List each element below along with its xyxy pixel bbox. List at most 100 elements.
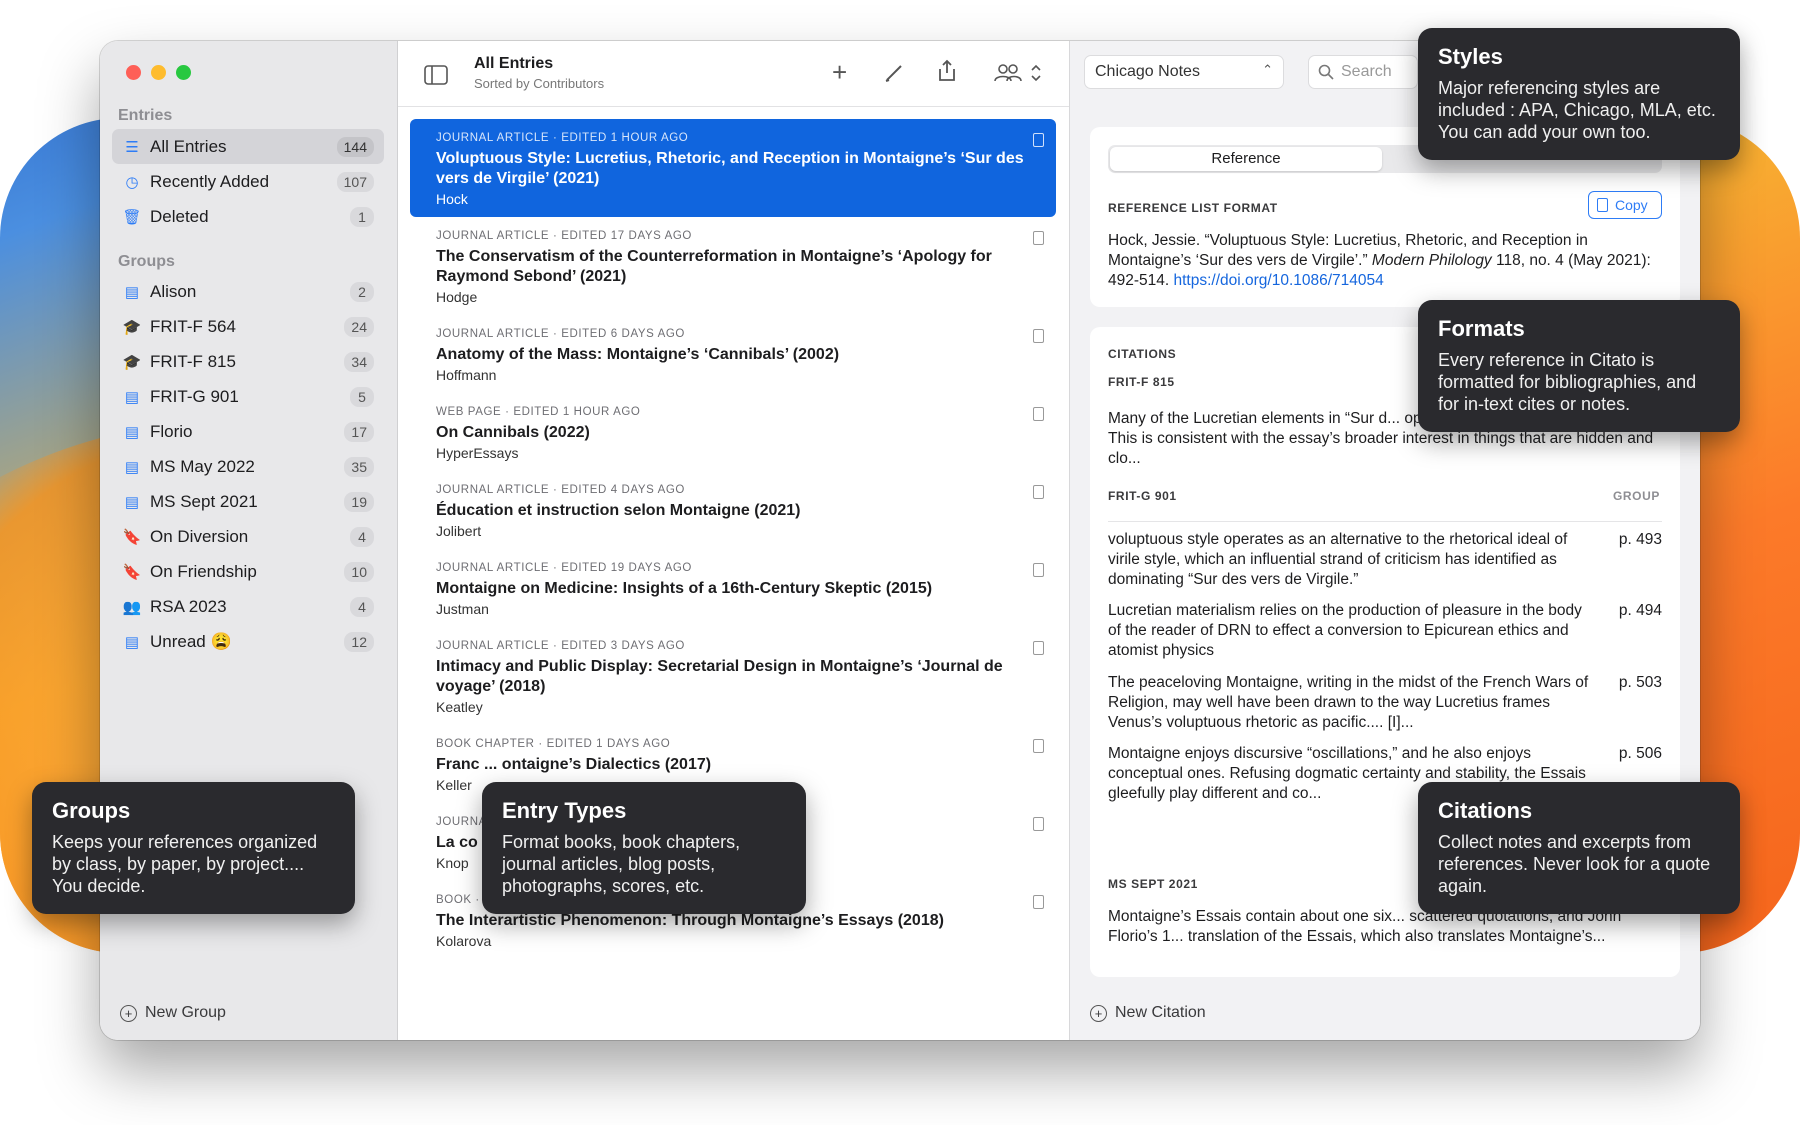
entry-row[interactable]: Web Page · Edited 1 hour ago On Cannibals… <box>410 393 1056 471</box>
entry-author: Justman <box>436 601 489 617</box>
search-input[interactable]: Search <box>1308 55 1418 89</box>
sidebar-item-count: 5 <box>350 386 374 407</box>
tab-reference[interactable]: Reference <box>1110 147 1382 171</box>
citation-page: p. 503 <box>1618 673 1662 691</box>
search-icon <box>1318 64 1334 80</box>
entry-author: HyperEssays <box>436 445 519 461</box>
entry-author: Kolarova <box>436 933 492 949</box>
entry-title: On Cannibals (2022) <box>436 424 590 441</box>
sidebar-item-label: On Diversion <box>150 526 249 546</box>
sidebar-item[interactable]: ▤ Florio 17 <box>112 414 384 449</box>
citation-row[interactable]: voluptuous style operates as an alternat… <box>1108 530 1662 589</box>
clock-icon: ◷ <box>125 173 139 191</box>
zoom-button[interactable] <box>176 65 191 80</box>
pencil-icon[interactable] <box>884 63 904 83</box>
bookmark-icon: 🔖 <box>122 563 142 581</box>
style-select-value: Chicago Notes <box>1095 63 1200 80</box>
citation-text: voluptuous style operates as an alternat… <box>1108 531 1568 588</box>
citation-style-select[interactable]: Chicago Notes ⌃ <box>1084 55 1284 89</box>
minimize-button[interactable] <box>151 65 166 80</box>
sidebar-item-label: MS Sept 2021 <box>150 491 258 511</box>
doi-link[interactable]: https://doi.org/10.1086/714054 <box>1174 272 1384 289</box>
list-icon: ☰ <box>125 138 139 156</box>
doc-icon: ▤ <box>124 283 140 301</box>
plus-circle-icon: + <box>120 1004 137 1022</box>
doc-icon: ▤ <box>124 388 140 406</box>
close-button[interactable] <box>126 65 141 80</box>
window-controls <box>126 65 191 80</box>
sidebar-item[interactable]: 🗑 Deleted 1 <box>112 199 384 234</box>
add-icon[interactable]: + <box>832 57 847 88</box>
sidebar-item-label: FRIT-G 901 <box>150 386 239 406</box>
sidebar-toggle-icon[interactable] <box>424 65 448 85</box>
entry-row[interactable]: Journal Article · Edited 1 hour ago Volup… <box>410 119 1056 217</box>
sidebar-item[interactable]: 🔖 On Friendship 10 <box>112 554 384 589</box>
share-icon[interactable] <box>936 59 958 83</box>
doc-icon: ▤ <box>124 493 140 511</box>
entry-row[interactable]: Journal Article · Edited 17 days ago The … <box>410 217 1056 315</box>
sidebar-item[interactable]: ◷ Recently Added 107 <box>112 164 384 199</box>
tooltip-title: Entry Types <box>502 798 627 823</box>
doc-icon: ▤ <box>124 458 140 476</box>
sidebar-item[interactable]: 🔖 On Diversion 4 <box>112 519 384 554</box>
entry-title: The Conservatism of the Counterreformati… <box>436 248 992 285</box>
sidebar-item[interactable]: 🎓 FRIT-F 564 24 <box>112 309 384 344</box>
entry-row[interactable]: Journal Article · Edited 3 days ago Intim… <box>410 627 1056 725</box>
reference-journal: Modern Philology <box>1371 251 1492 269</box>
entry-title: Franc ... ontaigne’s Dialectics (2017) <box>436 756 712 773</box>
new-group-button[interactable]: + New Group <box>120 1004 226 1022</box>
new-citation-label: New Citation <box>1115 1004 1206 1021</box>
entry-meta: Journal Article · Edited 3 days ago <box>436 640 685 652</box>
sidebar-item-label: MS May 2022 <box>150 456 255 476</box>
entries-list: ☰ All Entries 144 ◷ Recently Added 107 🗑 Delete… <box>112 129 384 234</box>
sidebar-item[interactable]: ▤ Unread 😩 12 <box>112 624 384 659</box>
sidebar-item[interactable]: ☰ All Entries 144 <box>112 129 384 164</box>
entry-row[interactable]: Journal Article · Edited 6 days ago Anato… <box>410 315 1056 393</box>
sidebar-item-count: 4 <box>350 526 374 547</box>
entry-row[interactable]: Journal Article · Edited 19 days ago Mont… <box>410 549 1056 627</box>
group-label-frit-f-815: FRIT-F 815 <box>1108 375 1175 389</box>
tooltip-styles: Styles Major referencing styles are incl… <box>1418 28 1740 160</box>
sidebar-item-count: 34 <box>344 351 374 372</box>
sidebar-item[interactable]: ▤ MS May 2022 35 <box>112 449 384 484</box>
graduation-cap-icon: 🎓 <box>122 353 142 371</box>
tooltip-title: Styles <box>1438 44 1503 69</box>
entry-meta: Journal Article · Edited 6 days ago <box>436 328 685 340</box>
entry-meta: Journal Article · Edited 1 hour ago <box>436 132 689 144</box>
groups-header: Groups <box>118 253 175 270</box>
new-citation-button[interactable]: + New Citation <box>1090 1004 1206 1022</box>
sidebar-item[interactable]: ▤ Alison 2 <box>112 274 384 309</box>
entry-title: Montaigne on Medicine: Insights of a 16t… <box>436 580 933 597</box>
entry-meta: Journal Article · Edited 4 days ago <box>436 484 685 496</box>
sidebar-item-count: 35 <box>344 456 374 477</box>
entry-title: Éducation et instruction selon Montaigne… <box>436 502 801 519</box>
citation-page: p. 494 <box>1618 602 1662 620</box>
sidebar-item-count: 144 <box>336 136 374 157</box>
reference-text: Hock, Jessie. “Voluptuous Style: Lucreti… <box>1108 231 1658 290</box>
sidebar-item[interactable]: 🎓 FRIT-F 815 34 <box>112 344 384 379</box>
sidebar-item[interactable]: ▤ FRIT-G 901 5 <box>112 379 384 414</box>
sidebar-item-label: Alison <box>150 281 197 301</box>
sidebar-item-label: FRIT-F 815 <box>150 351 236 371</box>
sidebar-item-count: 19 <box>344 491 374 512</box>
tooltip-entry-types: Entry Types Format books, book chapters,… <box>482 782 806 914</box>
sidebar-item-label: FRIT-F 564 <box>150 316 236 336</box>
sidebar-item[interactable]: ▤ MS Sept 2021 19 <box>112 484 384 519</box>
sidebar-item-label: RSA 2023 <box>150 596 227 616</box>
citation-row[interactable]: The peaceloving Montaigne, writing in th… <box>1108 673 1662 732</box>
entry-row[interactable]: Journal Article · Edited 4 days ago Éduca… <box>410 471 1056 549</box>
groups-list: ▤ Alison 2 🎓 FRIT-F 564 24 🎓 FRIT-F 815 34 ▤ FRIT-… <box>112 274 384 659</box>
people-icon[interactable] <box>994 63 1044 83</box>
citations-label: CITATIONS <box>1108 347 1177 361</box>
sidebar-item-label: Unread 😩 <box>150 631 232 651</box>
new-group-label: New Group <box>145 1004 226 1021</box>
sidebar-item[interactable]: 👥 RSA 2023 4 <box>112 589 384 624</box>
document-icon <box>1033 739 1044 753</box>
sidebar-item-label: Deleted <box>150 206 209 226</box>
citation-text: Lucretian materialism relies on the prod… <box>1108 602 1582 660</box>
tooltip-title: Formats <box>1438 316 1525 341</box>
citation-row[interactable]: Lucretian materialism relies on the prod… <box>1108 601 1662 660</box>
entry-meta: Book Chapter · Edited 1 days ago <box>436 738 671 750</box>
graduation-cap-icon: 🎓 <box>122 318 142 336</box>
copy-button[interactable]: Copy <box>1588 191 1662 219</box>
